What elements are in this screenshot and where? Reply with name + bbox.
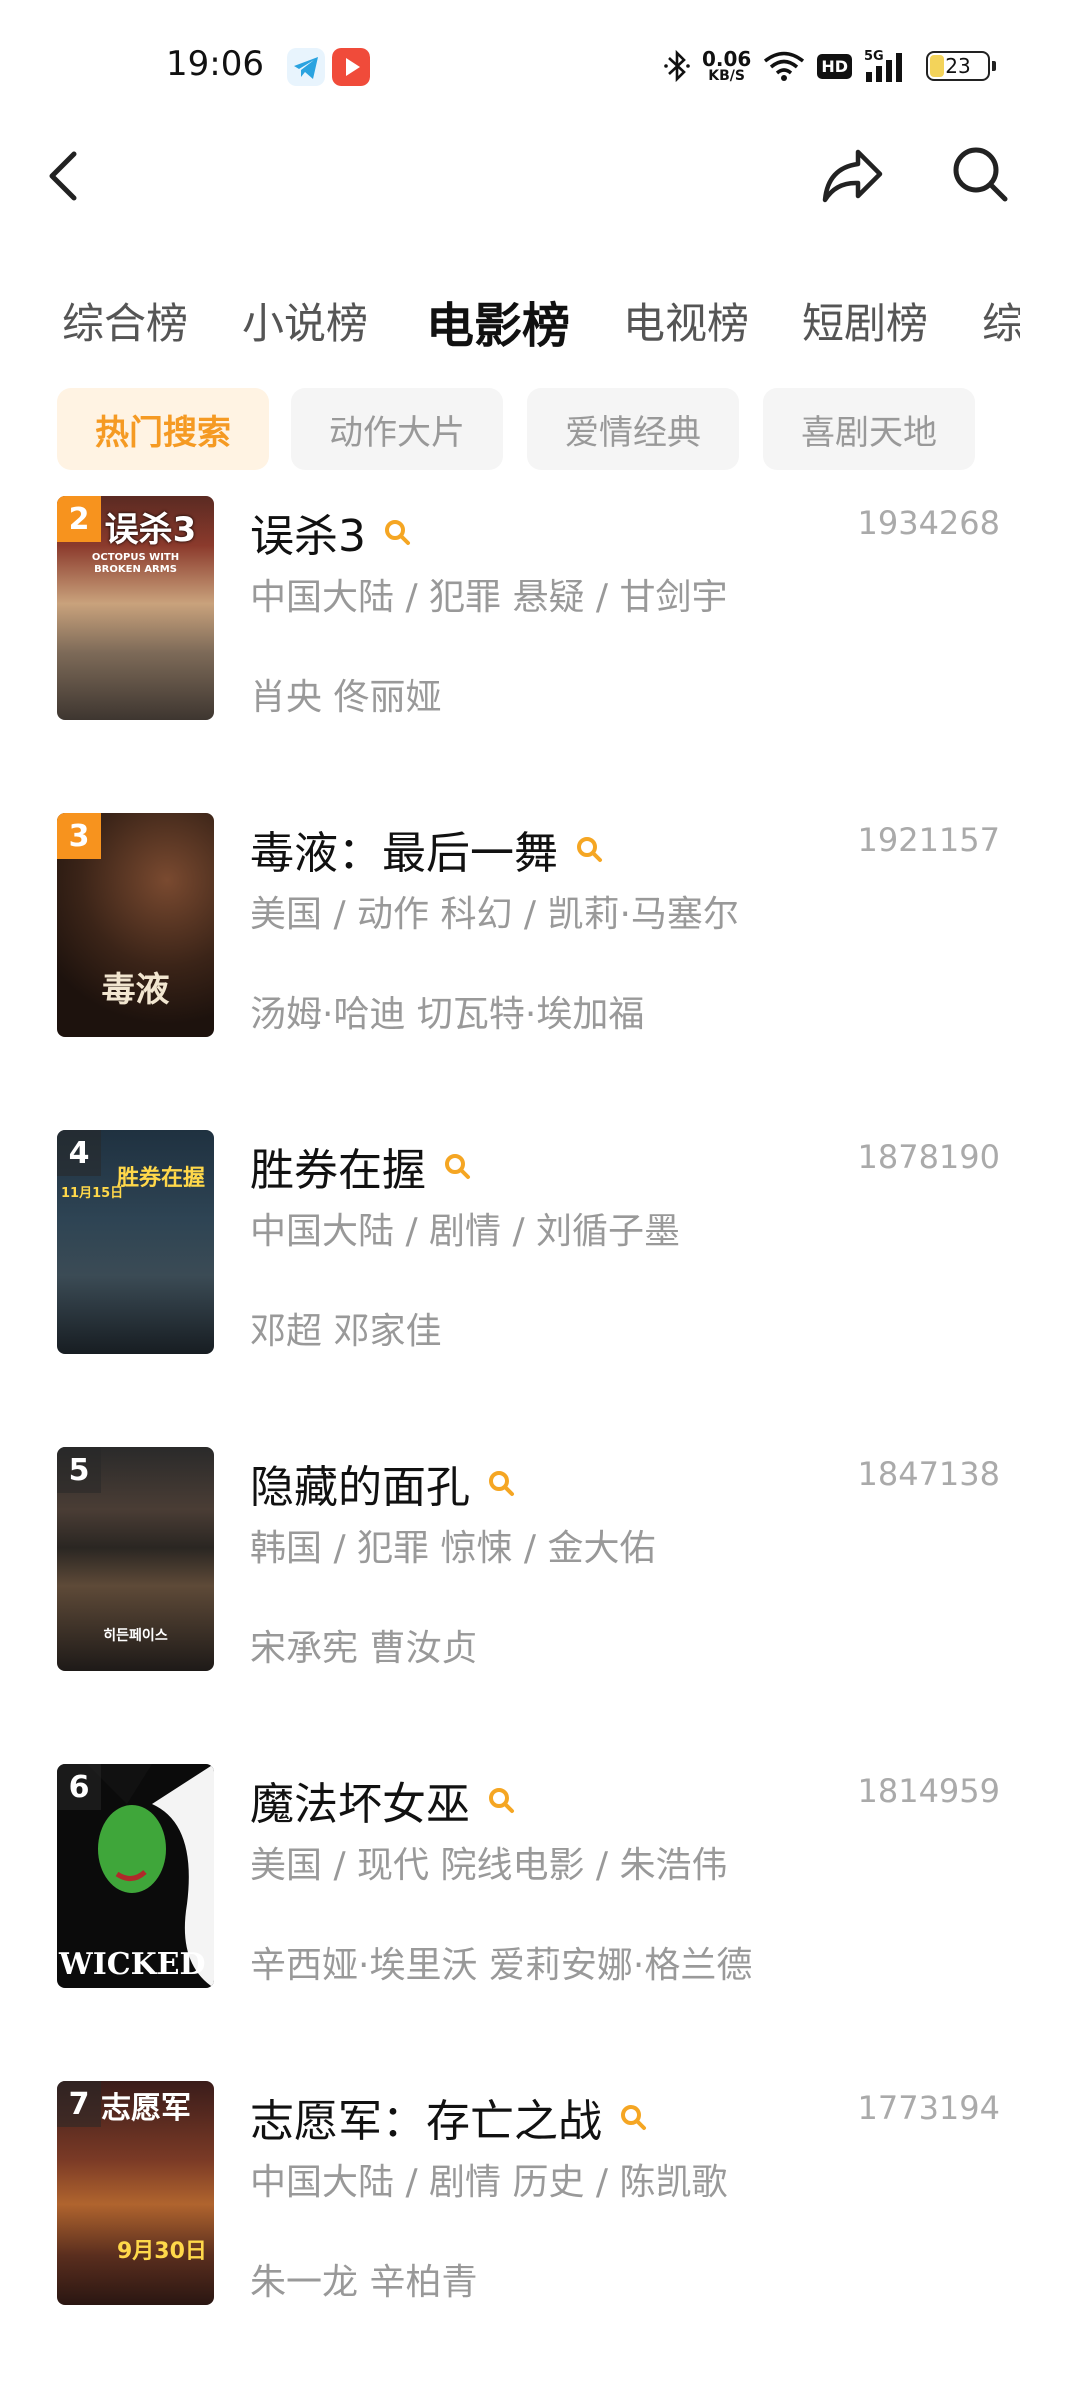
video-app-icon [332, 48, 370, 86]
search-hot-icon [621, 2105, 646, 2130]
movie-list: 2 误杀3 OCTOPUS WITH BROKEN ARMS 误杀3 19342… [0, 496, 1080, 2398]
signal-icon: 5G [864, 49, 902, 82]
poster-date: 11月15日 [61, 1186, 124, 1201]
poster-date: 9月30日 [117, 2239, 207, 2264]
movie-poster[interactable]: 6 WICKED [57, 1764, 214, 1988]
list-item[interactable]: 5 히든페이스 隐藏的面孔 1847138 韩国 / 犯罪 惊悚 / 金大佑 宋… [0, 1447, 1080, 1764]
rank-badge: 7 [57, 2081, 101, 2127]
movie-poster[interactable]: 5 히든페이스 [57, 1447, 214, 1671]
movie-title[interactable]: 毒液：最后一舞 [250, 817, 558, 881]
hd-badge: HD [817, 53, 852, 79]
movie-meta: 美国 / 现代 院线电影 / 朱浩伟 [250, 1845, 728, 1886]
movie-meta: 中国大陆 / 剧情 / 刘循子墨 [250, 1211, 681, 1252]
list-item[interactable]: 4 11月15日 胜券在握 胜券在握 1878190 中国大陆 / 剧情 / 刘… [0, 1130, 1080, 1447]
heat-value: 1773194 [857, 2089, 1000, 2127]
poster-subtitle: OCTOPUS WITH BROKEN ARMS [91, 552, 180, 575]
movie-poster[interactable]: 7 志愿军 9月30日 [57, 2081, 214, 2305]
movie-meta: 韩国 / 犯罪 惊悚 / 金大佑 [250, 1528, 656, 1569]
movie-title[interactable]: 误杀3 [250, 500, 366, 564]
subtab-romance[interactable]: 爱情经典 [527, 388, 739, 470]
movie-poster[interactable]: 2 误杀3 OCTOPUS WITH BROKEN ARMS [57, 496, 214, 720]
search-hot-icon [489, 1471, 514, 1496]
subtab-action[interactable]: 动作大片 [291, 388, 503, 470]
tab-tv[interactable]: 电视榜 [623, 290, 749, 351]
movie-poster[interactable]: 4 11月15日 胜券在握 [57, 1130, 214, 1354]
tab-novel[interactable]: 小说榜 [242, 290, 368, 351]
search-hot-icon [445, 1154, 470, 1179]
movie-title[interactable]: 胜券在握 [250, 1134, 426, 1198]
list-item[interactable]: 7 志愿军 9月30日 志愿军：存亡之战 1773194 中国大陆 / 剧情 历… [0, 2081, 1080, 2398]
svg-text:5G: 5G [864, 49, 884, 64]
page: 19:06 0.06 KB/S HD 5G 23 综合榜 小说榜 电影榜 电视榜… [0, 0, 1080, 2400]
rank-badge: 4 [57, 1130, 101, 1176]
heat-value: 1934268 [857, 504, 1000, 542]
list-item[interactable]: 3 毒液 毒液：最后一舞 1921157 美国 / 动作 科幻 / 凯莉·马塞尔… [0, 813, 1080, 1130]
poster-title: 胜券在握 [117, 1166, 206, 1191]
tab-variety[interactable]: 综 [982, 290, 1020, 351]
net-speed: 0.06 KB/S [702, 49, 751, 83]
heat-value: 1847138 [857, 1455, 1000, 1493]
list-item[interactable]: 6 WICKED 魔法坏女巫 1814959 美国 / 现代 院线电影 / 朱浩… [0, 1764, 1080, 2081]
tab-comprehensive[interactable]: 综合榜 [62, 290, 188, 351]
movie-title[interactable]: 魔法坏女巫 [250, 1768, 470, 1832]
movie-meta: 中国大陆 / 犯罪 悬疑 / 甘剑宇 [250, 577, 728, 618]
net-speed-value: 0.06 [701, 47, 752, 71]
bluetooth-icon [664, 49, 690, 83]
poster-title: 毒液 [101, 970, 170, 1010]
category-tabs: 综合榜 小说榜 电影榜 电视榜 短剧榜 综 [0, 290, 1020, 360]
movie-title[interactable]: 志愿军：存亡之战 [250, 2085, 602, 2149]
tab-short-drama[interactable]: 短剧榜 [802, 290, 928, 351]
movie-poster[interactable]: 3 毒液 [57, 813, 214, 1037]
battery-fill [930, 55, 944, 77]
rank-badge: 5 [57, 1447, 101, 1493]
rank-badge: 3 [57, 813, 101, 859]
heat-value: 1921157 [857, 821, 1000, 859]
search-icon[interactable] [950, 144, 1010, 204]
share-icon[interactable] [820, 146, 884, 204]
net-speed-unit: KB/S [708, 68, 745, 84]
heat-value: 1814959 [857, 1772, 1000, 1810]
wifi-icon [764, 51, 805, 81]
movie-cast: 汤姆·哈迪 切瓦特·埃加福 [250, 994, 645, 1035]
battery-level: 23 [945, 54, 971, 78]
battery-icon: 23 [926, 51, 996, 81]
movie-cast: 宋承宪 曹汝贞 [250, 1628, 478, 1669]
search-hot-icon [577, 837, 602, 862]
rank-badge: 6 [57, 1764, 101, 1810]
subtab-comedy[interactable]: 喜剧天地 [763, 388, 975, 470]
heat-value: 1878190 [857, 1138, 1000, 1176]
search-hot-icon [489, 1788, 514, 1813]
telegram-icon [287, 48, 325, 86]
poster-title: 志愿军 [101, 2091, 191, 2126]
status-icons: 0.06 KB/S HD 5G 23 [664, 46, 996, 86]
tab-movie[interactable]: 电影榜 [426, 290, 570, 356]
status-bar: 19:06 0.06 KB/S HD 5G 23 [0, 0, 1080, 130]
search-hot-icon [385, 520, 410, 545]
movie-cast: 辛西娅·埃里沃 爱莉安娜·格兰德 [250, 1945, 753, 1986]
movie-meta: 中国大陆 / 剧情 历史 / 陈凯歌 [250, 2162, 728, 2203]
poster-title: WICKED [59, 1947, 206, 1982]
status-time: 19:06 [166, 44, 264, 84]
poster-title: 히든페이스 [103, 1628, 168, 1644]
subtab-hot-search[interactable]: 热门搜索 [57, 388, 269, 470]
poster-title: 误杀3 [104, 510, 197, 550]
movie-cast: 朱一龙 辛柏青 [250, 2262, 478, 2303]
movie-cast: 肖央 佟丽娅 [250, 677, 442, 718]
back-icon[interactable] [40, 148, 86, 204]
list-item[interactable]: 2 误杀3 OCTOPUS WITH BROKEN ARMS 误杀3 19342… [0, 496, 1080, 813]
movie-meta: 美国 / 动作 科幻 / 凯莉·马塞尔 [250, 894, 739, 935]
movie-title[interactable]: 隐藏的面孔 [250, 1451, 470, 1515]
movie-cast: 邓超 邓家佳 [250, 1311, 442, 1352]
